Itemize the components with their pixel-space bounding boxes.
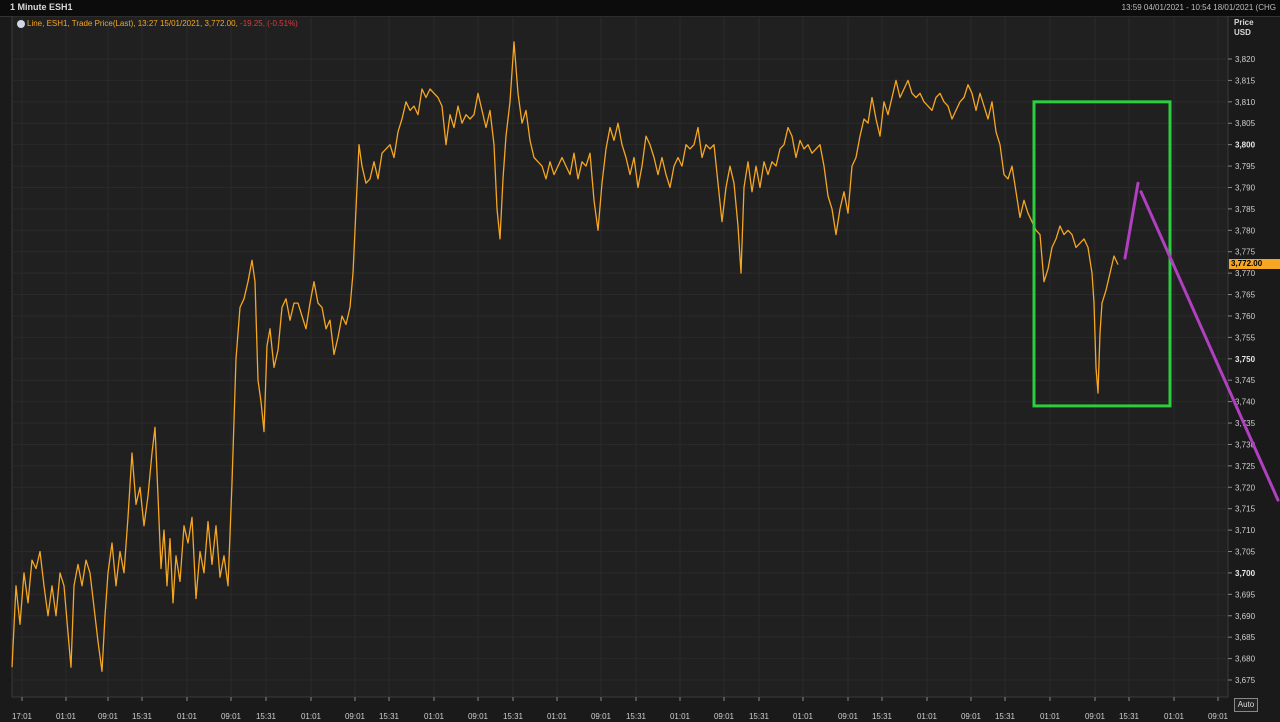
x-tick-label: 09:01 bbox=[838, 712, 859, 721]
y-tick-label: 3,720 bbox=[1235, 483, 1256, 492]
x-tick-label: 01:01 bbox=[670, 712, 691, 721]
y-tick-label: 3,820 bbox=[1235, 55, 1256, 64]
x-tick-label: 01:01 bbox=[547, 712, 568, 721]
auto-scale-button[interactable]: Auto bbox=[1234, 698, 1258, 712]
x-tick-label: 01:01 bbox=[793, 712, 814, 721]
x-tick-label: 15:31 bbox=[132, 712, 153, 721]
x-tick-label: 09:01 bbox=[714, 712, 735, 721]
x-tick-label: 15:31 bbox=[379, 712, 400, 721]
y-tick-label: 3,790 bbox=[1235, 183, 1256, 192]
y-tick-label: 3,770 bbox=[1235, 269, 1256, 278]
y-tick-label: 3,685 bbox=[1235, 633, 1256, 642]
y-tick-label: 3,680 bbox=[1235, 655, 1256, 664]
plot-area bbox=[11, 16, 1229, 698]
last-price-tag: 3,772.00 bbox=[1229, 259, 1280, 269]
y-tick-label: 3,780 bbox=[1235, 226, 1256, 235]
series-settings-icon[interactable] bbox=[17, 19, 25, 28]
x-tick-label: 09:01 bbox=[961, 712, 982, 721]
x-tick-label: 09:01 bbox=[221, 712, 242, 721]
x-tick-label: 01:01 bbox=[424, 712, 445, 721]
x-tick-label: 01:01 bbox=[1164, 712, 1185, 721]
x-tick-label: 01:01 bbox=[301, 712, 322, 721]
chart-title-bar: 1 Minute ESH1 13:59 04/01/2021 - 10:54 1… bbox=[0, 0, 1280, 17]
x-tick-label: 01:01 bbox=[917, 712, 938, 721]
y-tick-label: 3,805 bbox=[1235, 119, 1256, 128]
y-tick-label: 3,795 bbox=[1235, 162, 1256, 171]
x-tick-label: 15:31 bbox=[503, 712, 524, 721]
y-tick-label: 3,755 bbox=[1235, 333, 1256, 342]
x-tick-label: 15:31 bbox=[872, 712, 893, 721]
x-tick-label: 15:31 bbox=[995, 712, 1016, 721]
y-tick-label: 3,800 bbox=[1235, 141, 1256, 150]
y-tick-label: 3,760 bbox=[1235, 312, 1256, 321]
y-tick-label: 3,710 bbox=[1235, 526, 1256, 535]
y-tick-label: 3,715 bbox=[1235, 505, 1256, 514]
chart-title: 1 Minute ESH1 bbox=[10, 2, 73, 12]
x-tick-label: 01:01 bbox=[56, 712, 77, 721]
x-tick-label: 09:01 bbox=[591, 712, 612, 721]
y-tick-label: 3,700 bbox=[1235, 569, 1256, 578]
x-tick-label: 15:31 bbox=[749, 712, 770, 721]
x-tick-label: 15:31 bbox=[626, 712, 647, 721]
y-tick-label: 3,785 bbox=[1235, 205, 1256, 214]
series-legend[interactable]: Line, ESH1, Trade Price(Last), 13:27 15/… bbox=[17, 19, 298, 28]
legend-change-text: -19.25, (-0.51%) bbox=[237, 19, 298, 28]
x-tick-label: 15:31 bbox=[1119, 712, 1140, 721]
y-tick-label: 3,815 bbox=[1235, 76, 1256, 85]
x-tick-label: 09:01 bbox=[345, 712, 366, 721]
x-tick-label: 01:01 bbox=[177, 712, 198, 721]
x-tick-label: 01:01 bbox=[1040, 712, 1061, 721]
y-tick-label: 3,765 bbox=[1235, 291, 1256, 300]
x-tick-label: 09:01 bbox=[1208, 712, 1229, 721]
price-chart[interactable]: 3,675 3,680 3,685 3,690 3,695 3,700 3,705 3,710… bbox=[0, 16, 1280, 722]
y-tick-label: 3,750 bbox=[1235, 355, 1256, 364]
x-tick-label: 15:31 bbox=[256, 712, 277, 721]
x-tick-label: 09:01 bbox=[468, 712, 489, 721]
legend-series-text: Line, ESH1, Trade Price(Last), 13:27 15/… bbox=[27, 19, 238, 28]
y-tick-label: 3,690 bbox=[1235, 612, 1256, 621]
x-tick-label: 09:01 bbox=[98, 712, 119, 721]
y-tick-label: 3,745 bbox=[1235, 376, 1256, 385]
y-tick-label: 3,725 bbox=[1235, 462, 1256, 471]
x-tick-label: 17:01 bbox=[12, 712, 33, 721]
x-tick-label: 09:01 bbox=[1085, 712, 1106, 721]
y-tick-label: 3,810 bbox=[1235, 98, 1256, 107]
y-tick-label: 3,695 bbox=[1235, 590, 1256, 599]
y-tick-label: 3,675 bbox=[1235, 676, 1256, 685]
y-tick-label: 3,740 bbox=[1235, 398, 1256, 407]
y-tick-label: 3,705 bbox=[1235, 548, 1256, 557]
date-range-label: 13:59 04/01/2021 - 10:54 18/01/2021 (CHG bbox=[1121, 3, 1276, 12]
y-tick-label: 3,775 bbox=[1235, 248, 1256, 257]
